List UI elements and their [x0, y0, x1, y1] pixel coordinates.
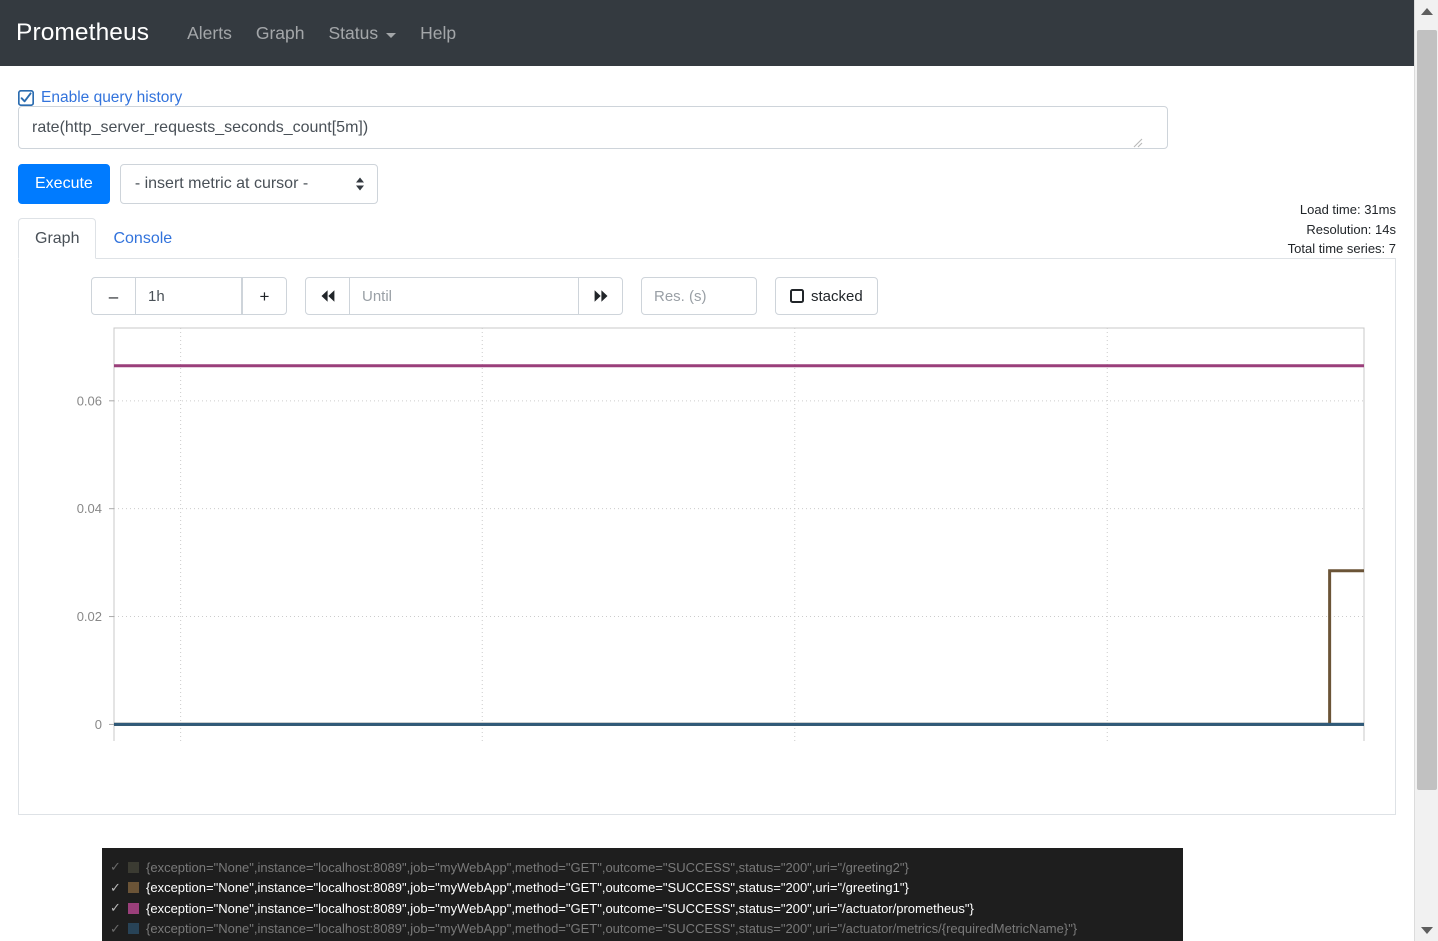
chart-area[interactable]: 00.020.040.0604:4505:0005:1505:30 [19, 321, 1397, 785]
nav-item-graph[interactable]: Graph [244, 15, 317, 52]
tab-graph[interactable]: Graph [18, 218, 97, 259]
resolution-input[interactable] [641, 277, 757, 315]
range-input[interactable] [136, 277, 242, 315]
legend-item[interactable]: ✓ {exception="None",instance="localhost:8… [102, 878, 1183, 899]
stat-resolution: Resolution: 14s [1306, 221, 1396, 237]
chevron-down-icon [386, 32, 397, 38]
legend-check-icon: ✓ [110, 920, 121, 936]
time-series-chart[interactable]: 00.020.040.0604:4505:0005:1505:30 [19, 321, 1397, 785]
graph-panel: – + stacked 0 0.02 0.04 0.06 [18, 259, 1396, 815]
expression-input-wrapper [18, 106, 1396, 149]
stat-total-time-series: Total time series: 7 [1287, 241, 1396, 256]
expression-input[interactable] [18, 106, 1168, 149]
execute-button[interactable]: Execute [18, 164, 110, 204]
scroll-down-button[interactable] [1415, 919, 1438, 941]
legend-item[interactable]: ✓ {exception="None",instance="localhost:8… [102, 857, 1183, 878]
stacked-toggle-button[interactable]: stacked [775, 277, 878, 315]
stat-load-time: Load time: 31ms [1299, 202, 1396, 217]
query-history-label: Enable query history [41, 89, 183, 107]
tab-console[interactable]: Console [96, 218, 189, 259]
page-scrollbar[interactable] [1414, 0, 1438, 941]
legend-color-swatch [128, 923, 139, 935]
stacked-label: stacked [811, 287, 863, 305]
y-axis-tick-label: 0.04 [77, 501, 102, 516]
nav-item-status-label: Status [328, 22, 379, 43]
time-navigation-group [305, 277, 623, 315]
y-axis-tick-label: 0.06 [77, 393, 102, 408]
range-increase-button[interactable]: + [242, 277, 287, 315]
legend-color-swatch [128, 882, 139, 894]
brand-title[interactable]: Prometheus [16, 19, 149, 47]
scrollbar-thumb[interactable] [1417, 30, 1437, 790]
legend-color-swatch [128, 902, 139, 914]
nav-item-status[interactable]: Status [316, 15, 408, 52]
execute-row: Execute - insert metric at cursor - [18, 164, 1396, 204]
nav-item-alerts[interactable]: Alerts [175, 15, 244, 52]
query-stats: Load time: 31ms Resolution: 14s Total ti… [1136, 200, 1396, 259]
metric-select[interactable]: - insert metric at cursor - [119, 164, 378, 204]
y-axis-tick-label: 0 [95, 717, 102, 732]
legend-series-label: {exception="None",instance="localhost:80… [146, 900, 974, 916]
nav-item-alerts-label: Alerts [187, 22, 232, 43]
page-content: Enable query history Load time: 31ms Res… [0, 66, 1414, 815]
metric-select-value: - insert metric at cursor - [134, 175, 309, 192]
backward-button[interactable] [305, 277, 350, 315]
range-decrease-button[interactable]: – [91, 277, 136, 315]
legend-item[interactable]: ✓ {exception="None",instance="localhost:8… [102, 898, 1183, 919]
legend-series-label: {exception="None",instance="localhost:80… [146, 859, 909, 875]
y-axis-tick-label: 0.02 [77, 609, 102, 624]
checkbox-square-icon [790, 289, 804, 303]
nav-item-help[interactable]: Help [408, 15, 468, 52]
nav-item-help-label: Help [420, 22, 457, 43]
legend-check-icon: ✓ [110, 859, 121, 875]
legend-series-label: {exception="None",instance="localhost:80… [146, 880, 909, 896]
legend-check-icon: ✓ [110, 879, 121, 895]
double-chevron-left-icon [321, 290, 334, 302]
select-arrows-icon [355, 177, 364, 191]
legend-check-icon: ✓ [110, 900, 121, 916]
nav-item-graph-label: Graph [255, 22, 305, 43]
forward-button[interactable] [578, 277, 623, 315]
graph-controls: – + stacked [19, 259, 1395, 315]
legend-series-label: {exception="None",instance="localhost:80… [146, 921, 1078, 937]
checkbox-checked-icon[interactable] [18, 90, 34, 106]
range-stepper: – + [91, 277, 287, 315]
legend-item[interactable]: ✓ {exception="None",instance="localhost:8… [102, 919, 1183, 940]
chart-legend: ✓ {exception="None",instance="localhost:8… [102, 848, 1183, 941]
legend-color-swatch [128, 861, 139, 873]
chart-series-line [114, 569, 1364, 726]
until-input[interactable] [350, 277, 578, 315]
scroll-up-button[interactable] [1415, 0, 1438, 22]
query-history-toggle[interactable]: Enable query history [18, 66, 1396, 106]
double-chevron-right-icon [594, 290, 607, 302]
navbar: Prometheus Alerts Graph Status Help [0, 0, 1438, 66]
